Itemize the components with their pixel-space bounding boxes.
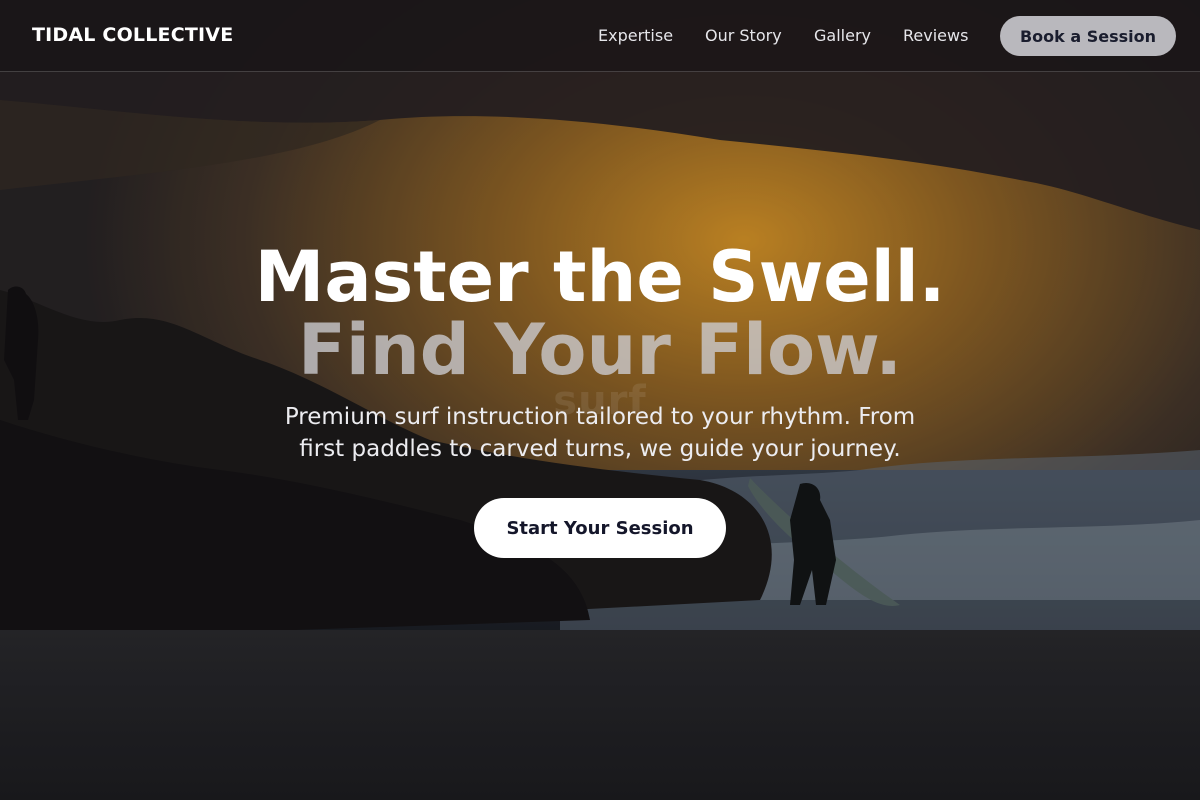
start-session-button[interactable]: Start Your Session [474,498,726,558]
hero-headline-line1: Master the Swell. [254,236,946,318]
nav-link-our-story[interactable]: Our Story [705,26,782,45]
book-session-button[interactable]: Book a Session [1000,16,1176,56]
hero-subtitle: Premium surf instruction tailored to you… [284,404,916,462]
top-navbar: TIDAL COLLECTIVE Expertise Our Story Gal… [0,0,1200,72]
nav-link-reviews[interactable]: Reviews [903,26,968,45]
nav-link-expertise[interactable]: Expertise [598,26,673,45]
hero-headline-line2: Find Your Flow. [298,309,902,391]
nav-link-gallery[interactable]: Gallery [814,26,871,45]
